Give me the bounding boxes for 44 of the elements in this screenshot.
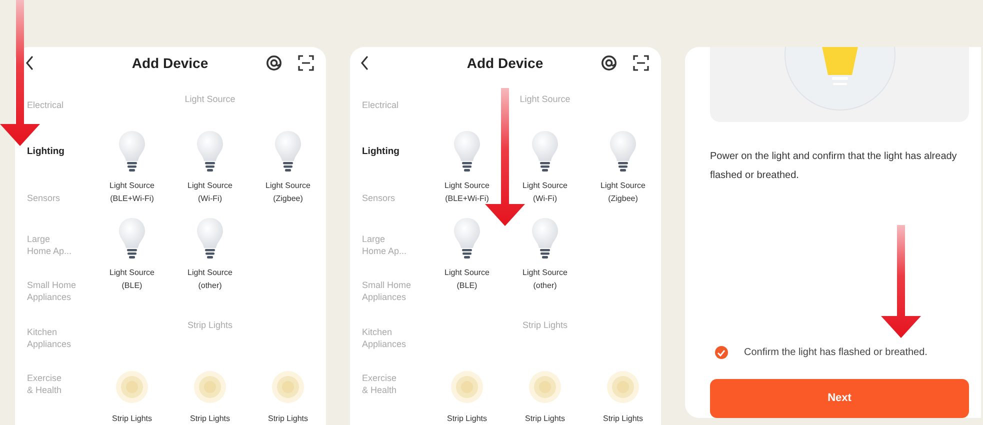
- bulb-icon[interactable]: [608, 130, 638, 173]
- bulb-icon[interactable]: [195, 217, 225, 260]
- bulb-icon[interactable]: [117, 130, 147, 173]
- section-heading: Strip Lights: [521, 319, 569, 332]
- bulb-icon[interactable]: [273, 130, 303, 173]
- device-label[interactable]: Light Source (BLE+Wi-Fi): [110, 179, 154, 205]
- device-label[interactable]: Light Source (other): [188, 266, 232, 292]
- confirm-label: Confirm the light has flashed or breathed.: [744, 346, 928, 360]
- scan-icon[interactable]: [298, 55, 314, 71]
- device-label[interactable]: Light Source (Zigbee): [600, 179, 646, 205]
- screen-title: Add Device: [466, 54, 544, 72]
- device-label[interactable]: Strip Lights: [446, 412, 488, 425]
- back-button[interactable]: [25, 56, 34, 70]
- bulb-icon[interactable]: [195, 130, 225, 173]
- at-sign-icon[interactable]: [601, 55, 617, 71]
- device-label[interactable]: Light Source (Wi-Fi): [188, 179, 232, 205]
- section-heading: Light Source: [184, 93, 236, 106]
- back-button[interactable]: [360, 56, 369, 70]
- bulb-icon[interactable]: [452, 217, 482, 260]
- bulb-icon[interactable]: [452, 130, 482, 173]
- device-label[interactable]: Strip Lights: [602, 412, 644, 425]
- check-icon[interactable]: [717, 348, 726, 356]
- device-label[interactable]: Strip Lights: [112, 412, 152, 425]
- device-label[interactable]: Light Source (other): [522, 266, 568, 292]
- device-label[interactable]: Strip Lights: [190, 412, 230, 425]
- device-label[interactable]: Light Source (BLE+Wi-Fi): [444, 179, 490, 205]
- device-label[interactable]: Light Source (BLE): [444, 266, 490, 292]
- section-heading: Strip Lights: [186, 319, 234, 332]
- device-label[interactable]: Strip Lights: [524, 412, 566, 425]
- instruction-text: Power on the light and confirm that the light has already flashed or breathed.: [710, 150, 958, 183]
- bulb-icon[interactable]: [530, 130, 560, 173]
- section-heading: Light Source: [518, 93, 572, 106]
- device-label[interactable]: Light Source (BLE): [110, 266, 154, 292]
- category-item[interactable]: Lighting: [27, 128, 90, 175]
- screen-title: Add Device: [130, 54, 210, 72]
- category-item[interactable]: Lighting: [362, 128, 425, 175]
- bulb-icon[interactable]: [530, 217, 560, 260]
- device-label[interactable]: Light Source (Zigbee): [266, 179, 310, 205]
- device-label[interactable]: Strip Lights: [268, 412, 308, 425]
- scan-icon[interactable]: [633, 55, 649, 71]
- checkbox[interactable]: [715, 346, 728, 359]
- at-sign-icon[interactable]: [266, 55, 282, 71]
- device-label[interactable]: Light Source (Wi-Fi): [522, 179, 568, 205]
- bulb-icon[interactable]: [117, 217, 147, 260]
